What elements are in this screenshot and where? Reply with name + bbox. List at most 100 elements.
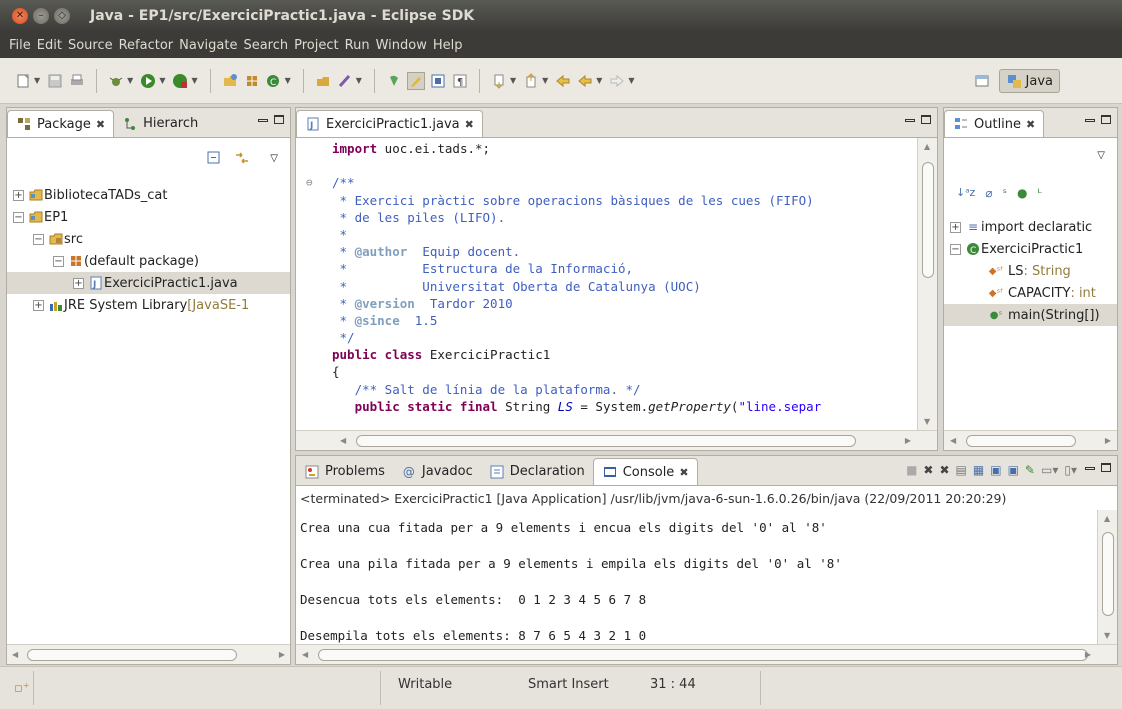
editor-vscroll[interactable]: ▲ ▼ (917, 138, 937, 430)
tab-javadoc[interactable]: @ Javadoc (393, 458, 481, 485)
fast-view-icon[interactable]: ▫⁺ (14, 681, 30, 696)
show-whitespace-icon[interactable]: ¶ (451, 72, 469, 90)
display-console-icon[interactable]: ▭▾ (1041, 463, 1058, 477)
maximize-icon[interactable] (274, 115, 284, 124)
outline-item-ls[interactable]: ◆ˢᶠ LS : String (944, 260, 1117, 282)
hide-fields-icon[interactable]: ⌀ (985, 186, 992, 200)
open-console-icon[interactable]: ▯▾ (1064, 463, 1077, 477)
java-perspective-button[interactable]: Java (998, 69, 1060, 93)
open-perspective-icon[interactable] (973, 72, 991, 90)
external-tools-dropdown-icon[interactable]: ▼ (191, 76, 197, 85)
clear-console-icon[interactable]: ▤ (956, 463, 967, 477)
menu-project[interactable]: Project (291, 38, 341, 53)
last-edit-location-icon[interactable] (554, 72, 572, 90)
vscroll-thumb[interactable] (1102, 532, 1114, 616)
collapse-icon[interactable]: − (950, 243, 961, 255)
scroll-lock-icon[interactable]: ▦ (973, 463, 984, 477)
menu-refactor[interactable]: Refactor (116, 38, 177, 53)
hscroll-thumb[interactable] (966, 435, 1076, 447)
tree-item-exercicipractic1[interactable]: + J ExerciciPractic1.java (7, 272, 290, 294)
open-type-icon[interactable] (314, 72, 332, 90)
back-icon[interactable] (576, 72, 594, 90)
view-menu-icon[interactable]: ▽ (1097, 150, 1105, 161)
tree-item-default-package[interactable]: − (default package) (7, 250, 290, 272)
new-java-package-icon[interactable] (243, 72, 261, 90)
tab-console[interactable]: Console ✖ (592, 458, 698, 485)
toggle-ant-icon[interactable] (385, 72, 403, 90)
scroll-down-icon[interactable]: ▼ (924, 417, 930, 426)
search-dropdown-icon[interactable]: ▼ (356, 76, 362, 85)
maximize-icon[interactable] (1101, 115, 1111, 124)
hide-local-types-icon[interactable]: ᴸ (1038, 186, 1042, 200)
tab-exercicipractic1[interactable]: J ExerciciPractic1.java ✖ (296, 110, 483, 137)
minimize-icon[interactable] (905, 119, 915, 122)
collapse-icon[interactable]: − (53, 255, 64, 267)
run-icon[interactable] (139, 72, 157, 90)
tree-item-jre-library[interactable]: + JRE System Library [JavaSE-1 (7, 294, 290, 316)
terminate-icon[interactable]: ■ (906, 463, 917, 477)
hide-nonpublic-icon[interactable]: ● (1017, 186, 1027, 200)
tab-package-explorer[interactable]: Package ✖ (7, 110, 115, 137)
back-dropdown-icon[interactable]: ▼ (596, 76, 602, 85)
scroll-down-icon[interactable]: ▼ (1104, 631, 1110, 640)
expand-icon[interactable]: + (73, 277, 84, 289)
remove-launch-icon[interactable]: ✖ (923, 463, 933, 477)
outline-item-capacity[interactable]: ◆ˢᶠ CAPACITY : int (944, 282, 1117, 304)
outline-item-imports[interactable]: + ≡ import declaratic (944, 216, 1117, 238)
tab-problems[interactable]: Problems (296, 458, 393, 485)
expand-icon[interactable]: + (33, 299, 44, 311)
scroll-right-icon[interactable]: ▶ (279, 650, 285, 659)
hscroll-thumb[interactable] (318, 649, 1088, 661)
scroll-left-icon[interactable]: ◀ (302, 650, 308, 659)
close-tab-icon[interactable]: ✖ (1026, 118, 1035, 131)
vscroll-thumb[interactable] (922, 162, 934, 278)
tab-hierarchy[interactable]: Hierarch (114, 110, 206, 137)
scroll-left-icon[interactable]: ◀ (12, 650, 18, 659)
new-icon[interactable] (14, 72, 32, 90)
outline-hscroll[interactable]: ◀ ▶ (944, 430, 1117, 450)
toggle-block-selection-icon[interactable] (429, 72, 447, 90)
menu-source[interactable]: Source (65, 38, 116, 53)
scroll-left-icon[interactable]: ◀ (340, 436, 346, 445)
debug-icon[interactable] (107, 72, 125, 90)
forward-icon[interactable] (608, 72, 626, 90)
show-on-stdout-icon[interactable]: ▣ (990, 463, 1001, 477)
hscroll-thumb[interactable] (27, 649, 237, 661)
fold-icon[interactable]: ⊖ (306, 174, 313, 191)
code-area[interactable]: import uoc.ei.tads.*; ⊖ /** * Exercici pr… (296, 140, 915, 428)
minimize-icon[interactable] (258, 119, 268, 122)
new-dropdown-icon[interactable]: ▼ (34, 76, 40, 85)
menu-edit[interactable]: Edit (34, 38, 65, 53)
collapse-all-icon[interactable] (206, 150, 222, 166)
menu-navigate[interactable]: Navigate (176, 38, 240, 53)
minimize-window-icon[interactable]: – (33, 8, 49, 24)
hscroll-thumb[interactable] (356, 435, 856, 447)
outline-item-main[interactable]: ●ˢ main(String[]) (944, 304, 1117, 326)
menu-window[interactable]: Window (373, 38, 430, 53)
forward-dropdown-icon[interactable]: ▼ (628, 76, 634, 85)
menu-search[interactable]: Search (240, 38, 291, 53)
maximize-window-icon[interactable]: ◇ (54, 8, 70, 24)
scroll-right-icon[interactable]: ▶ (1085, 650, 1091, 659)
hide-static-icon[interactable]: ˢ (1003, 186, 1007, 200)
run-dropdown-icon[interactable]: ▼ (159, 76, 165, 85)
menu-file[interactable]: File (6, 38, 34, 53)
remove-all-terminated-icon[interactable]: ✖ (939, 463, 949, 477)
tab-declaration[interactable]: Declaration (481, 458, 593, 485)
collapse-icon[interactable]: − (13, 211, 24, 223)
console-vscroll[interactable]: ▲ ▼ (1097, 510, 1117, 644)
minimize-icon[interactable] (1085, 119, 1095, 122)
scroll-left-icon[interactable]: ◀ (950, 436, 956, 445)
debug-dropdown-icon[interactable]: ▼ (127, 76, 133, 85)
scroll-up-icon[interactable]: ▲ (1104, 514, 1110, 523)
menu-run[interactable]: Run (342, 38, 373, 53)
print-icon[interactable] (68, 72, 86, 90)
close-tab-icon[interactable]: ✖ (465, 118, 474, 131)
maximize-icon[interactable] (921, 115, 931, 124)
console-output[interactable]: Crea una cua fitada per a 9 elements i e… (296, 510, 1095, 643)
scroll-up-icon[interactable]: ▲ (924, 142, 930, 151)
expand-icon[interactable]: + (950, 221, 961, 233)
outline-item-class[interactable]: − C ExerciciPractic1 (944, 238, 1117, 260)
minimize-icon[interactable] (1085, 467, 1095, 470)
previous-annotation-icon[interactable] (522, 72, 540, 90)
